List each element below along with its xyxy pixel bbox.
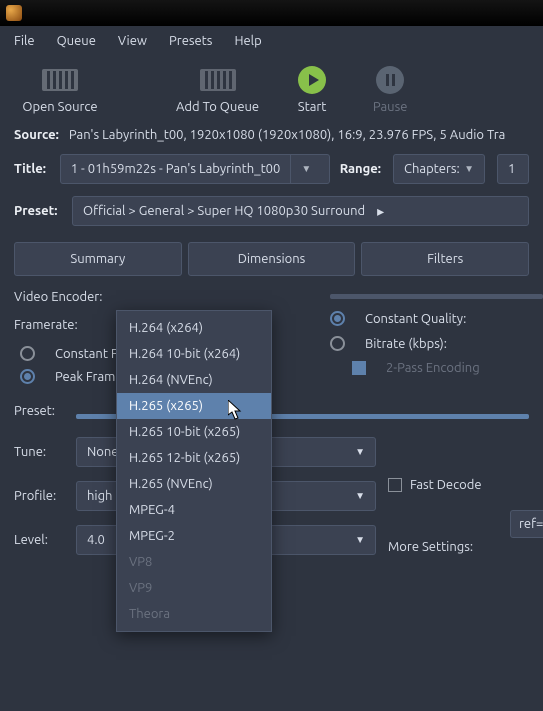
title-combo[interactable]: 1 - 01h59m22s - Pan's Labyrinth_t00 ▼ [60,154,330,184]
tabs: Summary Dimensions Filters [0,232,543,276]
menu-queue[interactable]: Queue [47,30,106,52]
play-icon [298,66,326,94]
encoder-option: Theora [117,601,271,627]
tab-summary-label: Summary [70,252,125,266]
fast-decode-label: Fast Decode [410,478,482,492]
constant-quality-radio[interactable] [330,311,345,326]
add-to-queue-button[interactable]: Add To Queue [176,66,259,114]
pause-icon [376,66,404,94]
framerate-label: Framerate: [14,318,94,332]
encoder-option[interactable]: H.264 (NVEnc) [117,367,271,393]
encoder-option: VP8 [117,549,271,575]
encoder-option[interactable]: MPEG-2 [117,523,271,549]
title-value: 1 - 01h59m22s - Pan's Labyrinth_t00 [71,162,281,176]
pause-button: Pause [365,66,415,114]
two-pass-label: 2-Pass Encoding [386,361,480,375]
profile-label: Profile: [14,489,64,503]
range-start-combo[interactable]: 1 [497,154,529,184]
open-source-button[interactable]: Open Source [20,66,100,114]
source-text: Pan's Labyrinth_t00, 1920x1080 (1920x108… [69,128,505,142]
encoder-option: VP9 [117,575,271,601]
encoder-option[interactable]: MPEG-4 [117,497,271,523]
encoder-option[interactable]: H.265 (NVEnc) [117,471,271,497]
profile-value: high [87,489,112,503]
title-row: Title: 1 - 01h59m22s - Pan's Labyrinth_t… [0,148,543,190]
chevron-down-icon: ▼ [355,446,365,458]
tune-label: Tune: [14,445,64,459]
bitrate-label: Bitrate (kbps): [365,337,447,351]
peak-framerate-label: Peak Frame [55,370,123,384]
more-settings-label: More Settings: [388,540,473,554]
quality-slider[interactable] [330,294,543,299]
preset-combo[interactable]: Official > General > Super HQ 1080p30 Su… [72,196,529,226]
encoder-option[interactable]: H.265 10-bit (x265) [117,419,271,445]
preset-value: Official > General > Super HQ 1080p30 Su… [83,204,365,218]
source-label: Source: [14,128,59,142]
chevron-down-icon: ▼ [301,163,311,175]
chevron-down-icon: ▼ [464,163,474,175]
add-to-queue-label: Add To Queue [176,100,259,114]
tab-filters[interactable]: Filters [361,242,529,276]
menu-presets[interactable]: Presets [159,30,222,52]
pause-label: Pause [373,100,408,114]
encoder-option[interactable]: H.265 12-bit (x265) [117,445,271,471]
range-type-value: Chapters: [404,162,460,176]
title-label: Title: [14,162,50,176]
toolbar: Open Source Add To Queue Start Pause [0,56,543,122]
peak-framerate-radio[interactable] [20,369,35,384]
level-label: Level: [14,533,64,547]
two-pass-check [352,361,366,375]
chevron-down-icon: ▼ [355,490,365,502]
tune-value: None [87,445,119,459]
tab-dimensions[interactable]: Dimensions [188,242,356,276]
preset-slider-label: Preset: [14,404,64,418]
constant-framerate-radio[interactable] [20,346,35,361]
menu-view[interactable]: View [108,30,157,52]
range-type-combo[interactable]: Chapters: ▼ [393,154,485,184]
encoder-option[interactable]: H.265 (x265) [117,393,271,419]
source-row: Source: Pan's Labyrinth_t00, 1920x1080 (… [0,122,543,148]
start-label: Start [298,100,327,114]
more-settings-input[interactable]: ref=5:bf [510,510,543,538]
encoder-option[interactable]: H.264 (x264) [117,315,271,341]
film-queue-icon [200,69,236,91]
chevron-down-icon: ▼ [355,534,365,546]
bitrate-radio[interactable] [330,336,345,351]
fast-decode-check[interactable] [388,478,402,492]
open-source-label: Open Source [22,100,97,114]
app-icon [6,5,22,21]
fast-decode-row: Fast Decode [388,478,482,492]
constant-quality-label: Constant Quality: [365,312,466,326]
tab-filters-label: Filters [427,252,463,266]
tab-dimensions-label: Dimensions [238,252,306,266]
tab-summary[interactable]: Summary [14,242,182,276]
caret-right-icon: ▸ [365,203,396,220]
range-label: Range: [340,162,381,176]
video-encoder-label: Video Encoder: [14,290,114,304]
window-titlebar [0,0,543,26]
preset-row: Preset: Official > General > Super HQ 10… [0,190,543,232]
more-settings-value: ref=5:bf [519,517,543,531]
menu-help[interactable]: Help [224,30,271,52]
film-icon [42,69,78,91]
encoder-option[interactable]: H.264 10-bit (x264) [117,341,271,367]
video-encoder-dropdown[interactable]: H.264 (x264)H.264 10-bit (x264)H.264 (NV… [116,310,272,632]
menu-file[interactable]: File [4,30,45,52]
level-value: 4.0 [87,533,105,547]
preset-label: Preset: [14,204,62,218]
quality-column: Constant Quality: Bitrate (kbps): 2-Pass… [330,290,543,389]
range-start-value: 1 [508,162,515,176]
start-button[interactable]: Start [287,66,337,114]
menubar: File Queue View Presets Help [0,26,543,56]
